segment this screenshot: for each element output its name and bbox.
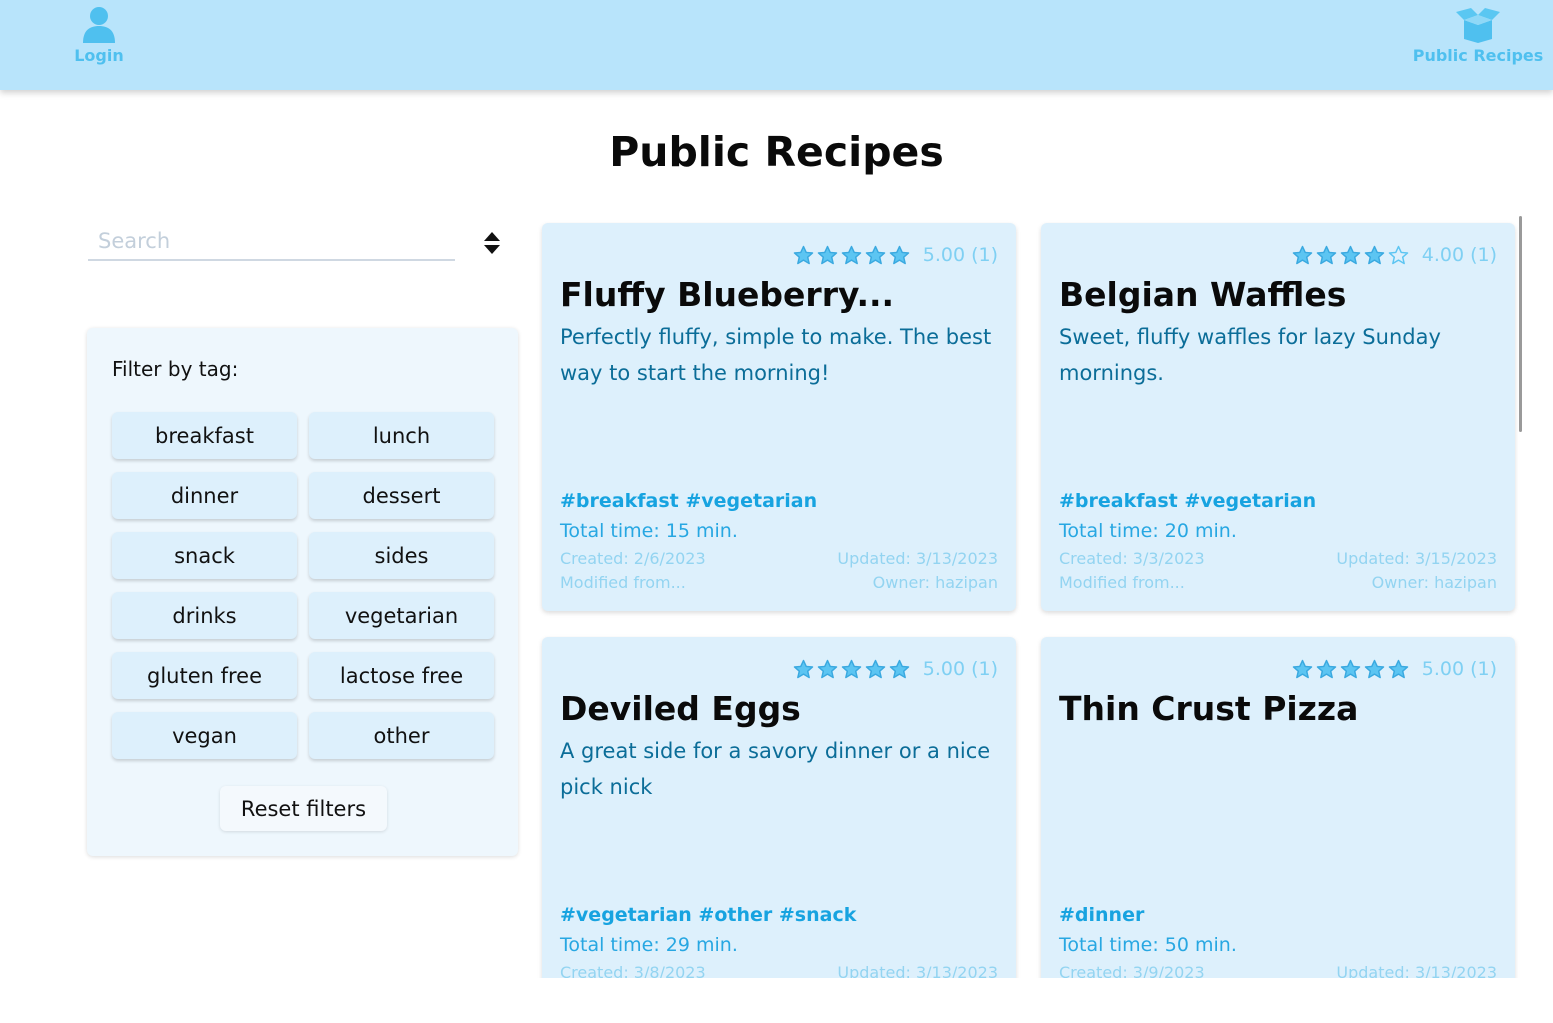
user-icon [83,7,115,43]
recipe-title: Deviled Eggs [560,689,801,728]
recipe-created: Created: 2/6/2023 [560,549,706,568]
recipe-created: Created: 3/3/2023 [1059,549,1205,568]
recipe-updated: Updated: 3/13/2023 [837,963,998,978]
star-filled-icon [793,245,813,264]
star-empty-icon [1388,245,1408,264]
rating-text: 5.00 (1) [922,658,998,680]
tag-filter-vegetarian[interactable]: vegetarian [309,592,494,639]
filter-panel: Filter by tag: breakfast lunch dinner de… [87,328,518,856]
recipe-owner: Owner: hazipan [872,573,998,592]
top-nav-bar: Login Public Recipes [0,0,1553,90]
star-rating: 5.00 (1) [790,658,998,680]
star-filled-icon [1364,245,1384,264]
star-filled-icon [1340,245,1360,264]
tag-filter-snack[interactable]: snack [112,532,297,579]
recipe-updated: Updated: 3/15/2023 [1336,549,1497,568]
star-filled-icon [1292,245,1312,264]
recipe-description: Sweet, fluffy waffles for lazy Sunday mo… [1059,325,1441,385]
star-filled-icon [841,245,861,264]
recipe-description: Perfectly fluffy, simple to make. The be… [560,325,992,385]
recipe-tags: #breakfast #vegetarian [560,490,818,512]
recipe-description: A great side for a savory dinner or a ni… [560,739,991,799]
login-label: Login [74,46,124,65]
tag-filter-lactose-free[interactable]: lactose free [309,652,494,699]
recipe-modified-from: Modified from... [560,573,686,592]
scrollbar[interactable] [1519,216,1522,432]
recipe-title: Thin Crust Pizza [1059,689,1359,728]
tag-filter-drinks[interactable]: drinks [112,592,297,639]
star-rating: 5.00 (1) [1289,658,1497,680]
recipe-card[interactable]: 5.00 (1) Deviled Eggs A great side for a… [542,637,1016,978]
search-input[interactable] [88,223,455,259]
tag-filter-other[interactable]: other [309,712,494,759]
star-rating: 5.00 (1) [790,244,998,266]
star-filled-icon [817,245,837,264]
recipe-created: Created: 3/8/2023 [560,963,706,978]
open-box-icon [1456,8,1500,43]
star-filled-icon [1316,245,1336,264]
recipe-tags: #dinner [1059,904,1145,926]
search-field [88,223,455,261]
login-button[interactable]: Login [70,6,128,65]
recipe-tags: #vegetarian #other #snack [560,904,857,926]
star-filled-icon [1388,659,1408,678]
recipe-card[interactable]: 5.00 (1) Thin Crust Pizza #dinner Total … [1041,637,1515,978]
recipe-grid: 5.00 (1) Fluffy Blueberry... Perfectly f… [530,210,1530,978]
recipe-updated: Updated: 3/13/2023 [1336,963,1497,978]
star-filled-icon [1340,659,1360,678]
tag-filter-lunch[interactable]: lunch [309,412,494,459]
reset-filters-button[interactable]: Reset filters [220,786,387,831]
page-title: Public Recipes [609,128,944,176]
rating-text: 5.00 (1) [922,244,998,266]
public-recipes-button[interactable]: Public Recipes [1410,6,1546,65]
filter-heading: Filter by tag: [112,357,239,381]
star-filled-icon [1364,659,1384,678]
sort-button[interactable] [482,230,502,256]
tag-filter-dessert[interactable]: dessert [309,472,494,519]
star-filled-icon [889,659,909,678]
recipe-title: Belgian Waffles [1059,275,1347,314]
tag-filter-breakfast[interactable]: breakfast [112,412,297,459]
recipe-title: Fluffy Blueberry... [560,275,895,314]
recipe-total-time: Total time: 15 min. [560,520,738,542]
tag-filter-gluten-free[interactable]: gluten free [112,652,297,699]
rating-text: 5.00 (1) [1421,658,1497,680]
star-filled-icon [889,245,909,264]
star-filled-icon [865,659,885,678]
sort-icon [484,232,500,254]
public-recipes-label: Public Recipes [1412,46,1544,65]
star-filled-icon [817,659,837,678]
star-rating: 4.00 (1) [1289,244,1497,266]
recipe-modified-from: Modified from... [1059,573,1185,592]
recipe-total-time: Total time: 20 min. [1059,520,1237,542]
recipe-created: Created: 3/9/2023 [1059,963,1205,978]
recipe-card[interactable]: 5.00 (1) Fluffy Blueberry... Perfectly f… [542,223,1016,611]
recipe-tags: #breakfast #vegetarian [1059,490,1317,512]
star-filled-icon [1292,659,1312,678]
recipe-total-time: Total time: 50 min. [1059,934,1237,956]
rating-text: 4.00 (1) [1421,244,1497,266]
star-filled-icon [865,245,885,264]
recipe-owner: Owner: hazipan [1371,573,1497,592]
tag-filter-sides[interactable]: sides [309,532,494,579]
star-filled-icon [793,659,813,678]
tag-filter-vegan[interactable]: vegan [112,712,297,759]
recipe-total-time: Total time: 29 min. [560,934,738,956]
recipe-updated: Updated: 3/13/2023 [837,549,998,568]
star-filled-icon [1316,659,1336,678]
tag-filter-dinner[interactable]: dinner [112,472,297,519]
recipe-card[interactable]: 4.00 (1) Belgian Waffles Sweet, fluffy w… [1041,223,1515,611]
star-filled-icon [841,659,861,678]
